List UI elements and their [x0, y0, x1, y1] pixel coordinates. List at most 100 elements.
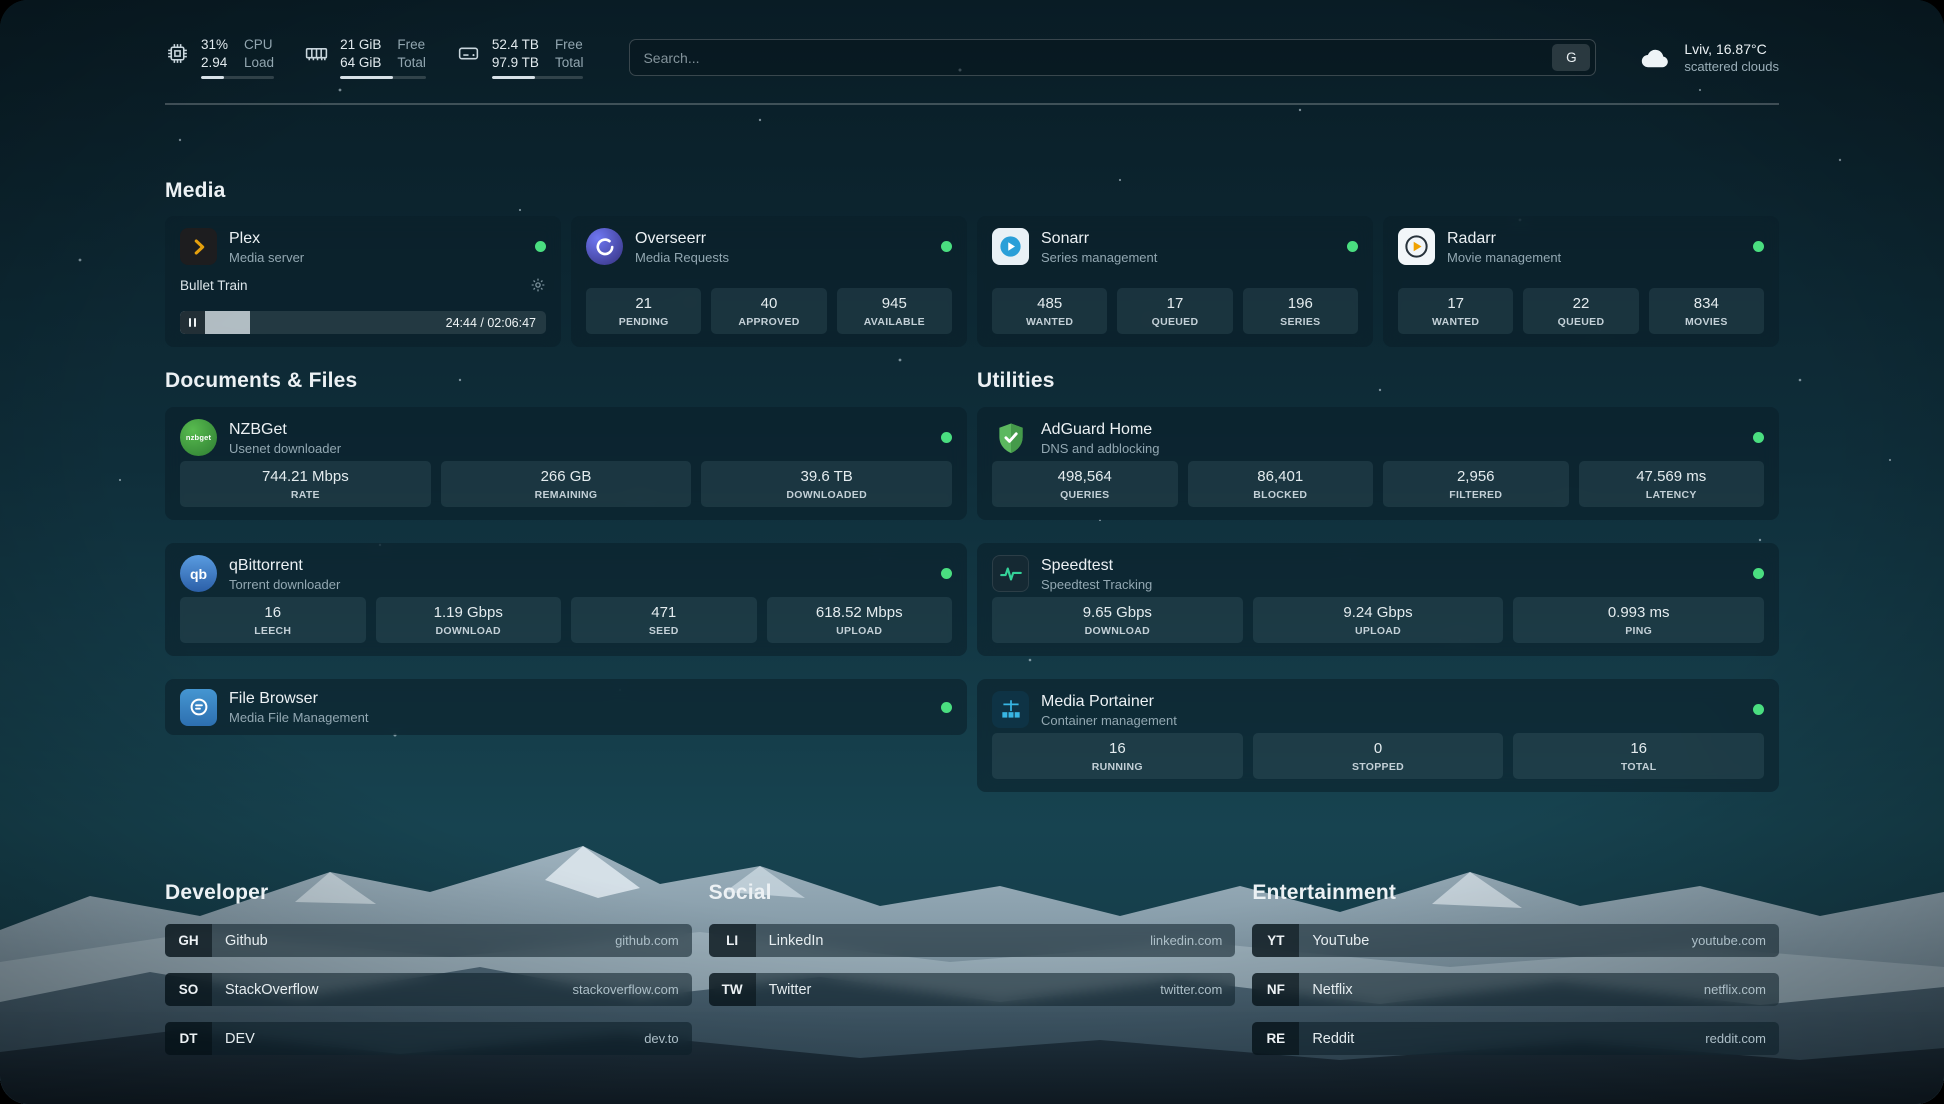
service-name: qBittorrent [229, 556, 340, 575]
bookmark-row[interactable]: NF Netflix netflix.com [1252, 973, 1779, 1006]
service-card-plex[interactable]: Plex Media server Bullet Train 24:44 / 0 [165, 216, 561, 347]
stats-row: 744.21 Mbps RATE 266 GB REMAINING 39.6 T… [180, 461, 952, 507]
status-online-dot [1753, 241, 1764, 252]
cloud-icon [1638, 41, 1672, 75]
service-card-qbittorrent[interactable]: qb qBittorrent Torrent downloader 16 [165, 543, 967, 656]
adguard-shield-icon [992, 419, 1029, 456]
stat-label: FILTERED [1385, 489, 1567, 501]
status-online-dot [941, 702, 952, 713]
cpu-label: CPU [244, 36, 274, 53]
stat-block: 0.993 ms PING [1513, 597, 1764, 643]
stat-label: SERIES [1245, 316, 1356, 328]
utilities-column: Utilities AdGuard Home [977, 369, 1779, 815]
bookmark-row[interactable]: LI LinkedIn linkedin.com [709, 924, 1236, 957]
bookmark-list: YT YouTube youtube.com NF Netflix netfli… [1252, 924, 1779, 1055]
bookmark-row[interactable]: YT YouTube youtube.com [1252, 924, 1779, 957]
search-input[interactable] [643, 50, 1552, 66]
bookmark-row[interactable]: GH Github github.com [165, 924, 692, 957]
search-provider-button[interactable]: G [1552, 44, 1590, 71]
memory-free-label: Free [397, 36, 426, 53]
bookmark-name: DEV [225, 1031, 255, 1047]
service-card-filebrowser[interactable]: File Browser Media File Management [165, 679, 967, 735]
bookmark-row[interactable]: TW Twitter twitter.com [709, 973, 1236, 1006]
bookmark-url: netflix.com [1704, 982, 1766, 997]
weather-location: Lviv, 16.87°C [1684, 40, 1779, 58]
stat-label: BLOCKED [1190, 489, 1372, 501]
stat-label: QUERIES [994, 489, 1176, 501]
stats-row: 498,564 QUERIES 86,401 BLOCKED 2,956 [992, 461, 1764, 507]
stat-label: PING [1515, 625, 1762, 637]
speedtest-pulse-icon [992, 555, 1029, 592]
stat-block: 485 WANTED [992, 288, 1107, 334]
nzbget-icon-text: nzbget [186, 433, 211, 442]
service-name: Radarr [1447, 229, 1561, 248]
playback-progress-bar[interactable]: 24:44 / 02:06:47 [180, 311, 546, 334]
status-online-dot [1753, 704, 1764, 715]
bookmark-abbr: NF [1252, 973, 1299, 1006]
stat-block: 16 RUNNING [992, 733, 1243, 779]
radarr-icon [1398, 228, 1435, 265]
qbittorrent-icon-text: qb [190, 566, 207, 582]
hard-drive-icon [456, 41, 481, 66]
bookmark-name: StackOverflow [225, 982, 318, 998]
memory-progress-track [340, 76, 426, 79]
stat-block: 744.21 Mbps RATE [180, 461, 431, 507]
cpu-widget: 31% 2.94 CPU Load [165, 36, 274, 79]
service-card-nzbget[interactable]: nzbget NZBGet Usenet downloader 744.21 M… [165, 407, 967, 520]
status-online-dot [941, 568, 952, 579]
stat-label: UPLOAD [1255, 625, 1502, 637]
bookmark-group-social: Social LI LinkedIn linkedin.com TW Twitt… [709, 881, 1236, 1071]
service-name: File Browser [229, 689, 368, 708]
disk-free-value: 52.4 TB [492, 36, 539, 53]
stat-label: RATE [182, 489, 429, 501]
plex-icon [180, 228, 217, 265]
pause-button[interactable] [180, 311, 205, 334]
service-card-overseerr[interactable]: Overseerr Media Requests 21 PENDING [571, 216, 967, 347]
stat-block: 618.52 Mbps UPLOAD [767, 597, 953, 643]
service-name: AdGuard Home [1041, 420, 1160, 439]
stat-block: 17 QUEUED [1117, 288, 1232, 334]
bookmark-name: Reddit [1312, 1031, 1354, 1047]
stat-value: 9.65 Gbps [994, 603, 1241, 622]
service-desc: Media Requests [635, 250, 729, 265]
service-card-sonarr[interactable]: Sonarr Series management 485 WANTED [977, 216, 1373, 347]
gear-icon[interactable] [530, 277, 546, 293]
stat-value: 485 [994, 294, 1105, 313]
disk-total-label: Total [555, 54, 584, 71]
bookmark-row[interactable]: DT DEV dev.to [165, 1022, 692, 1055]
stat-value: 1.19 Gbps [378, 603, 560, 622]
stat-block: 945 AVAILABLE [837, 288, 952, 334]
stat-value: 9.24 Gbps [1255, 603, 1502, 622]
bookmark-url: stackoverflow.com [572, 982, 678, 997]
weather-condition: scattered clouds [1684, 58, 1779, 75]
service-card-radarr[interactable]: Radarr Movie management 17 WANTED 22 [1383, 216, 1779, 347]
stat-value: 47.569 ms [1581, 467, 1763, 486]
bookmark-abbr: RE [1252, 1022, 1299, 1055]
resource-widgets: 31% 2.94 CPU Load [165, 36, 583, 79]
stat-label: PENDING [588, 316, 699, 328]
now-playing-title: Bullet Train [180, 278, 248, 293]
portainer-crane-icon [992, 691, 1029, 728]
bookmark-url: github.com [615, 933, 679, 948]
stats-row: 21 PENDING 40 APPROVED 945 AVAILABLE [586, 288, 952, 334]
stat-value: 21 [588, 294, 699, 313]
stat-label: RUNNING [994, 761, 1241, 773]
section-title-social: Social [709, 881, 1236, 905]
bookmark-url: twitter.com [1160, 982, 1222, 997]
service-card-portainer[interactable]: Media Portainer Container management 16 … [977, 679, 1779, 792]
stat-value: 498,564 [994, 467, 1176, 486]
bookmark-group-developer: Developer GH Github github.com SO StackO… [165, 881, 692, 1071]
service-card-speedtest[interactable]: Speedtest Speedtest Tracking 9.65 Gbps D… [977, 543, 1779, 656]
bookmark-row[interactable]: SO StackOverflow stackoverflow.com [165, 973, 692, 1006]
memory-progress-fill [340, 76, 393, 79]
service-card-adguard[interactable]: AdGuard Home DNS and adblocking 498,564 … [977, 407, 1779, 520]
memory-free-value: 21 GiB [340, 36, 381, 53]
stats-row: 16 LEECH 1.19 Gbps DOWNLOAD 471 SE [180, 597, 952, 643]
overseerr-icon [586, 228, 623, 265]
weather-widget: Lviv, 16.87°C scattered clouds [1638, 40, 1779, 75]
content-area: 31% 2.94 CPU Load [165, 0, 1779, 1104]
status-online-dot [1753, 568, 1764, 579]
service-desc: Container management [1041, 713, 1177, 728]
stat-block: 834 MOVIES [1649, 288, 1764, 334]
bookmark-row[interactable]: RE Reddit reddit.com [1252, 1022, 1779, 1055]
